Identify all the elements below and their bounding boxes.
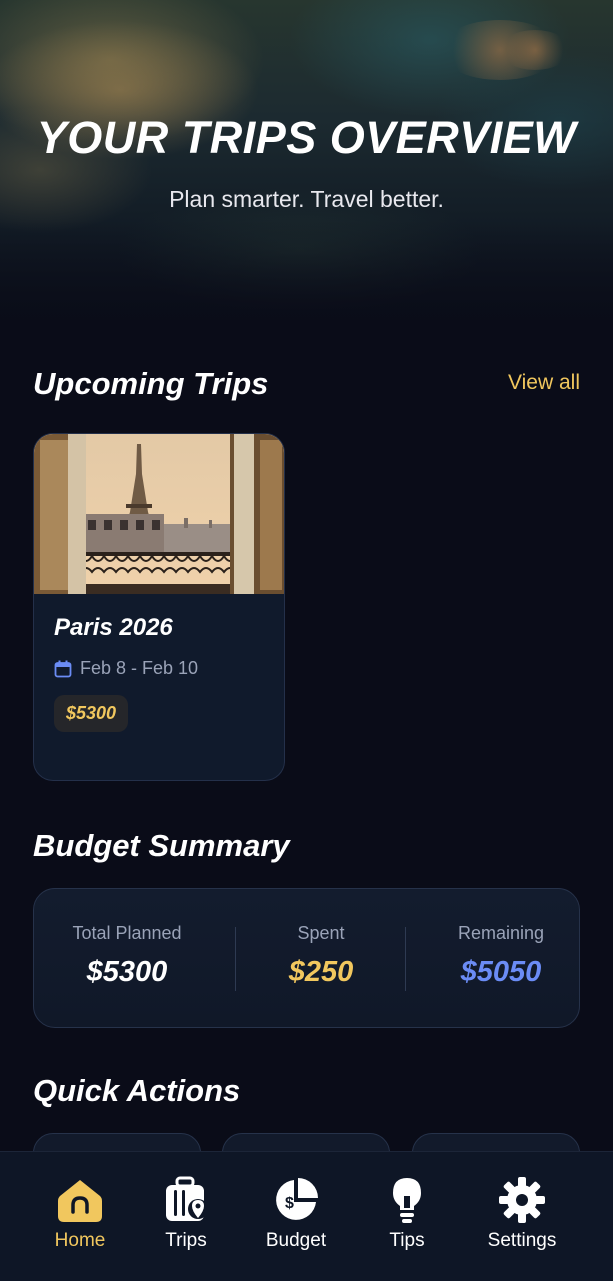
lightbulb-icon: [393, 1178, 421, 1223]
upcoming-trips-heading: Upcoming Trips: [33, 366, 269, 401]
budget-summary-heading: Budget Summary: [33, 828, 290, 863]
nav-item-home[interactable]: Home: [25, 1176, 135, 1252]
budget-spent: Spent $250: [256, 923, 386, 989]
trip-card[interactable]: Paris 2026 Feb 8 - Feb 10 $5300: [33, 433, 285, 781]
nav-item-tips[interactable]: Tips: [352, 1176, 462, 1252]
budget-divider: [405, 927, 406, 991]
trip-dates-text: Feb 8 - Feb 10: [80, 658, 199, 678]
nav-label-home: Home: [54, 1230, 106, 1251]
nav-item-trips[interactable]: Trips: [131, 1176, 241, 1252]
nav-item-settings[interactable]: Settings: [467, 1176, 577, 1252]
hero-fade: [0, 220, 613, 340]
gear-icon: [499, 1177, 545, 1223]
page-title: YOUR TRIPS OVERVIEW: [36, 112, 577, 163]
calendar-icon: [54, 660, 72, 677]
luggage-icon: [166, 1176, 208, 1221]
trip-info: Paris 2026 Feb 8 - Feb 10 $5300: [54, 614, 198, 732]
budget-divider: [235, 927, 236, 991]
budget-total-value: $5300: [86, 956, 168, 988]
budget-remaining: Remaining $5050: [434, 923, 568, 989]
view-all-link[interactable]: View all: [508, 371, 580, 395]
budget-total-planned: Total Planned $5300: [60, 923, 194, 989]
nav-label-tips: Tips: [389, 1230, 425, 1251]
budget-total-label: Total Planned: [72, 923, 182, 943]
budget-summary-card: Total Planned $5300 Spent $250 Remaining…: [33, 888, 580, 1028]
quick-actions-heading: Quick Actions: [33, 1073, 241, 1108]
trip-photo: [34, 434, 284, 594]
svg-text:$: $: [285, 1195, 294, 1212]
budget-remaining-value: $5050: [460, 956, 542, 988]
trip-name: Paris 2026: [54, 614, 173, 641]
budget-spent-value: $250: [288, 956, 354, 988]
trip-dates: Feb 8 - Feb 10: [54, 658, 198, 679]
hero-image-rock: [500, 30, 570, 70]
hero-banner: YOUR TRIPS OVERVIEW Plan smarter. Travel…: [0, 0, 613, 340]
home-icon: [58, 1180, 102, 1222]
nav-label-budget: Budget: [265, 1230, 327, 1251]
budget-pie-icon: $: [276, 1178, 318, 1220]
nav-item-budget[interactable]: $ Budget: [241, 1176, 351, 1252]
budget-remaining-label: Remaining: [457, 923, 545, 943]
trip-price-badge: $5300: [54, 695, 129, 732]
page-subtitle: Plan smarter. Travel better.: [169, 186, 444, 212]
budget-spent-label: Spent: [297, 923, 345, 943]
nav-label-trips: Trips: [165, 1230, 207, 1251]
bottom-nav: Home Trips $ Budget Tips Settings: [0, 1151, 613, 1281]
paris-eiffel-image: [34, 434, 284, 594]
nav-label-settings: Settings: [487, 1230, 557, 1251]
